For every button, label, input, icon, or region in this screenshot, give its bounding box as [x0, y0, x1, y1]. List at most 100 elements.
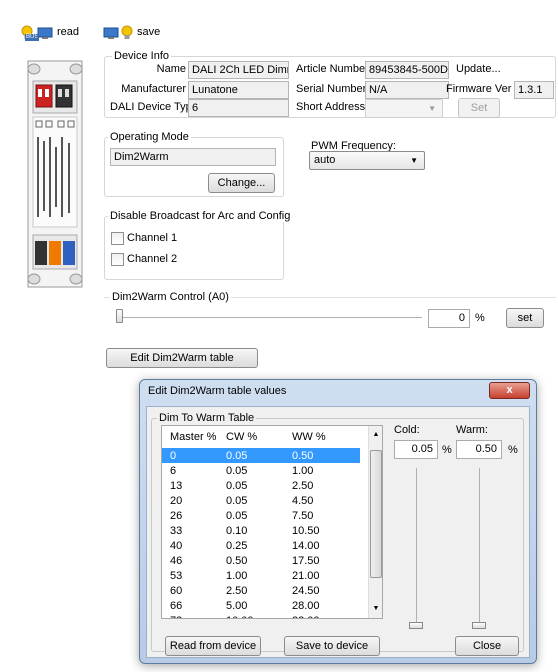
warm-slider[interactable] — [472, 468, 488, 633]
chevron-down-icon: ▼ — [410, 156, 418, 165]
master-cell[interactable]: 20 — [162, 493, 222, 508]
save-toolbar-button[interactable]: save — [103, 25, 163, 41]
cw-cell[interactable]: 2.50 — [222, 583, 288, 598]
table-row[interactable]: 6 0.05 1.00 — [162, 463, 360, 478]
warm-value-input[interactable]: 0.50 — [456, 440, 502, 459]
cw-cell[interactable]: 0.05 — [222, 448, 288, 463]
warm-slider-thumb[interactable] — [472, 622, 486, 629]
master-cell[interactable]: 26 — [162, 508, 222, 523]
ww-cell[interactable]: 2.50 — [288, 478, 360, 493]
save-to-device-button[interactable]: Save to device — [284, 636, 380, 656]
dim2warm-control-title: Dim2Warm Control (A0) — [110, 291, 231, 303]
ww-cell[interactable]: 14.00 — [288, 538, 360, 553]
dialog-close-text-button[interactable]: Close — [455, 636, 519, 656]
master-cell[interactable]: 33 — [162, 523, 222, 538]
dim2warm-slider[interactable] — [116, 308, 422, 326]
table-row[interactable]: 26 0.05 7.50 — [162, 508, 360, 523]
cw-cell[interactable]: 0.10 — [222, 523, 288, 538]
control-unit-label: % — [475, 312, 485, 324]
dialog-body: Dim To Warm Table Master % CW % WW % 0 0.… — [146, 406, 530, 658]
table-row[interactable]: 40 0.25 14.00 — [162, 538, 360, 553]
cold-slider[interactable] — [409, 468, 425, 633]
master-cell[interactable]: 53 — [162, 568, 222, 583]
control-set-button[interactable]: set — [506, 308, 544, 328]
master-cell[interactable]: 40 — [162, 538, 222, 553]
column-header-master[interactable]: Master % — [162, 426, 222, 448]
cw-cell[interactable]: 0.05 — [222, 478, 288, 493]
manufacturer-label: Manufacturer — [121, 83, 186, 95]
name-label: Name — [156, 63, 186, 75]
table-row[interactable]: 66 5.00 28.00 — [162, 598, 360, 613]
scroll-thumb[interactable] — [370, 450, 382, 578]
table-row[interactable]: 0 0.05 0.50 — [162, 448, 360, 463]
table-row[interactable]: 60 2.50 24.50 — [162, 583, 360, 598]
table-scrollbar[interactable]: ▲ ▼ — [368, 426, 382, 618]
table-row[interactable]: 33 0.10 10.50 — [162, 523, 360, 538]
column-header-ww[interactable]: WW % — [288, 426, 360, 448]
edit-dim2warm-table-button[interactable]: Edit Dim2Warm table — [106, 348, 258, 368]
ww-cell[interactable]: 28.00 — [288, 598, 360, 613]
ww-cell[interactable]: 17.50 — [288, 553, 360, 568]
ww-cell[interactable]: 0.50 — [288, 448, 360, 463]
short-address-select[interactable]: ▼ — [365, 99, 443, 118]
scroll-down-icon[interactable]: ▼ — [369, 602, 382, 616]
scroll-up-icon[interactable]: ▲ — [369, 428, 382, 442]
ww-cell[interactable]: 1.00 — [288, 463, 360, 478]
master-cell[interactable]: 66 — [162, 598, 222, 613]
ww-cell[interactable]: 24.50 — [288, 583, 360, 598]
dialog-close-button[interactable]: x — [489, 382, 530, 399]
operating-mode-title: Operating Mode — [108, 131, 191, 143]
chevron-down-icon: ▼ — [428, 104, 436, 113]
save-label: save — [137, 26, 161, 38]
table-row[interactable]: 7310.0032.00 — [162, 613, 360, 619]
cw-cell[interactable]: 0.50 — [222, 553, 288, 568]
master-cell[interactable]: 46 — [162, 553, 222, 568]
table-row[interactable]: 46 0.50 17.50 — [162, 553, 360, 568]
ww-cell[interactable]: 7.50 — [288, 508, 360, 523]
cold-slider-track — [416, 468, 417, 628]
cold-slider-thumb[interactable] — [409, 622, 423, 629]
channel-1-checkbox[interactable] — [111, 232, 124, 245]
serial-number-field: N/A — [365, 81, 449, 99]
ww-cell[interactable]: 4.50 — [288, 493, 360, 508]
cold-value-input[interactable]: 0.05 — [394, 440, 438, 459]
change-mode-button[interactable]: Change... — [208, 173, 275, 193]
disable-broadcast-group — [104, 216, 284, 280]
cw-cell[interactable]: 5.00 — [222, 598, 288, 613]
cold-pct-label: % — [442, 444, 452, 456]
cw-cell[interactable]: 10.00 — [222, 613, 288, 619]
update-link[interactable]: Update... — [456, 63, 501, 75]
ww-cell[interactable]: 10.50 — [288, 523, 360, 538]
master-cell[interactable]: 13 — [162, 478, 222, 493]
cw-cell[interactable]: 0.05 — [222, 463, 288, 478]
master-cell[interactable]: 6 — [162, 463, 222, 478]
pwm-frequency-select[interactable]: auto ▼ — [309, 151, 425, 170]
ww-cell[interactable]: 21.00 — [288, 568, 360, 583]
monitor-icon — [37, 27, 53, 43]
set-short-address-button[interactable]: Set — [458, 98, 500, 118]
cw-cell[interactable]: 0.25 — [222, 538, 288, 553]
cw-cell[interactable]: 0.05 — [222, 508, 288, 523]
slider-thumb[interactable] — [116, 309, 123, 323]
warm-label: Warm: — [456, 424, 488, 436]
master-cell[interactable]: 0 — [162, 448, 222, 463]
master-cell[interactable]: 73 — [162, 613, 222, 619]
monitor-icon — [103, 27, 119, 43]
disable-broadcast-title: Disable Broadcast for Arc and Config — [108, 210, 293, 222]
read-toolbar-button[interactable]: BUS read — [20, 25, 80, 41]
column-header-cw[interactable]: CW % — [222, 426, 288, 448]
read-from-device-button[interactable]: Read from device — [165, 636, 261, 656]
control-value-input[interactable]: 0 — [428, 309, 470, 328]
article-number-field: 89453845-500DE — [365, 61, 449, 79]
cw-cell[interactable]: 0.05 — [222, 493, 288, 508]
channel-2-checkbox[interactable] — [111, 253, 124, 266]
values-table[interactable]: Master % CW % WW % 0 0.05 0.50 6 0.05 1.00 13 0… — [161, 425, 383, 619]
table-row[interactable]: 13 0.05 2.50 — [162, 478, 360, 493]
ww-cell[interactable]: 32.00 — [288, 613, 360, 619]
cw-cell[interactable]: 1.00 — [222, 568, 288, 583]
table-row[interactable]: 20 0.05 4.50 — [162, 493, 360, 508]
pwm-frequency-value: auto — [314, 154, 336, 166]
master-cell[interactable]: 60 — [162, 583, 222, 598]
article-number-label: Article Number — [296, 63, 369, 75]
table-row[interactable]: 53 1.00 21.00 — [162, 568, 360, 583]
